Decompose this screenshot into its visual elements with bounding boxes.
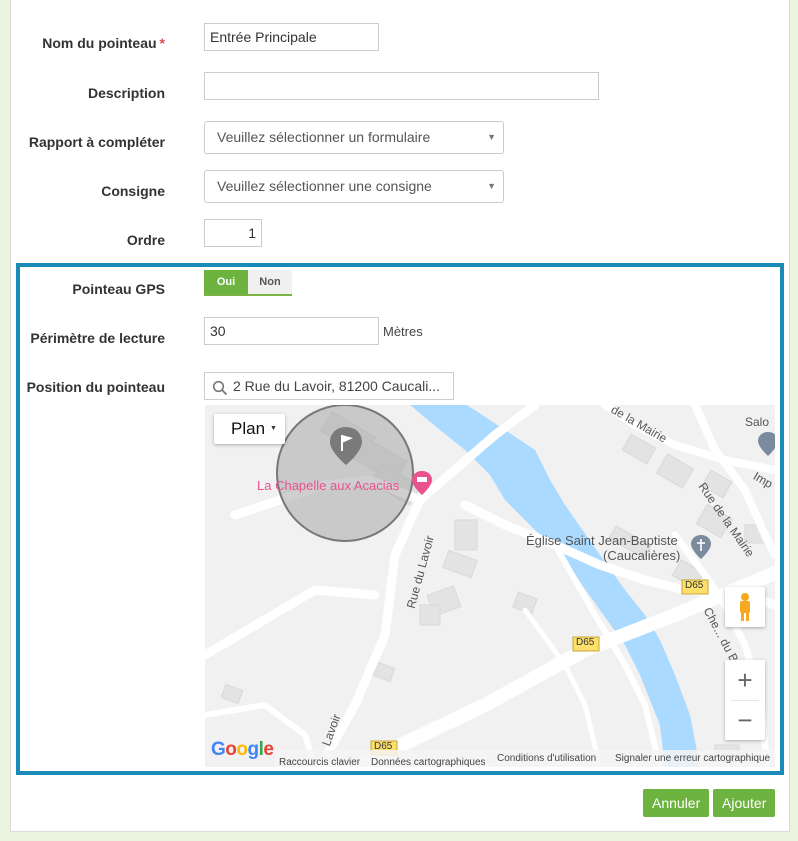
place-marker-icon[interactable]	[758, 432, 775, 456]
perimeter-input[interactable]: 30	[204, 317, 379, 345]
poi-eglise-label: Église Saint Jean-Baptiste	[526, 533, 678, 548]
perimeter-label: Périmètre de lecture	[30, 330, 165, 346]
map-type-button[interactable]: Plan ▼	[214, 414, 285, 444]
position-value: 2 Rue du Lavoir, 81200 Caucali...	[233, 378, 441, 394]
position-label: Position du pointeau	[26, 379, 165, 395]
report-select[interactable]: Veuillez sélectionner un formulaire ▼	[204, 121, 504, 154]
poi-chapelle-label: La Chapelle aux Acacias	[257, 478, 400, 493]
toggle-oui[interactable]: Oui	[204, 270, 248, 294]
position-search-input[interactable]: 2 Rue du Lavoir, 81200 Caucali...	[204, 372, 454, 400]
map[interactable]: La Chapelle aux Acacias Église Saint Jea…	[205, 405, 775, 767]
zoom-in-button[interactable]: +	[725, 660, 765, 700]
road-d65-label-1: D65	[685, 580, 704, 591]
required-mark: *	[159, 35, 165, 51]
pegman-icon	[740, 593, 750, 621]
add-button[interactable]: Ajouter	[713, 789, 776, 817]
form-panel: Nom du pointeau * Entrée Principale Descr…	[10, 0, 790, 832]
street-view-pegman[interactable]	[725, 587, 765, 627]
gps-toggle[interactable]: Oui Non	[204, 270, 292, 296]
poi-salon-label: Salo	[745, 415, 770, 429]
chevron-down-icon: ▼	[487, 181, 496, 191]
order-input[interactable]: 1	[204, 219, 262, 247]
perimeter-unit: Mètres	[383, 324, 423, 339]
map-type-label: Plan	[231, 419, 266, 438]
cancel-button[interactable]: Annuler	[643, 789, 710, 817]
description-input[interactable]	[204, 72, 599, 100]
instruction-label: Consigne	[101, 183, 165, 199]
map-footer: Raccourcis clavier Données cartographiqu…	[275, 750, 775, 767]
search-icon	[212, 378, 228, 399]
terms-link[interactable]: Conditions d'utilisation	[497, 750, 596, 767]
road-d65-label-2: D65	[576, 637, 595, 648]
keyboard-shortcuts-link[interactable]: Raccourcis clavier	[279, 754, 360, 767]
description-label: Description	[87, 85, 165, 101]
report-select-value: Veuillez sélectionner un formulaire	[217, 129, 431, 145]
order-label: Ordre	[126, 232, 165, 248]
instruction-select-value: Veuillez sélectionner une consigne	[217, 178, 432, 194]
name-input[interactable]: Entrée Principale	[204, 23, 379, 51]
report-label: Rapport à compléter	[28, 134, 165, 150]
perimeter-circle	[276, 405, 414, 542]
map-data-link[interactable]: Données cartographiques	[371, 754, 486, 767]
name-label: Nom du pointeau *	[0, 35, 165, 51]
google-logo[interactable]: Google	[211, 739, 274, 761]
chevron-down-icon: ▼	[487, 132, 496, 142]
poi-eglise-label-2: (Caucalières)	[603, 548, 681, 563]
report-error-link[interactable]: Signaler une erreur cartographique	[615, 750, 770, 767]
caret-down-icon: ▼	[270, 425, 277, 432]
gps-label: Pointeau GPS	[72, 281, 165, 297]
zoom-out-button[interactable]: −	[725, 700, 765, 740]
zoom-control: + −	[725, 660, 765, 740]
name-label-text: Nom du pointeau	[42, 35, 157, 51]
instruction-select[interactable]: Veuillez sélectionner une consigne ▼	[204, 170, 504, 203]
zoom-divider	[731, 700, 759, 701]
toggle-non[interactable]: Non	[248, 270, 292, 294]
